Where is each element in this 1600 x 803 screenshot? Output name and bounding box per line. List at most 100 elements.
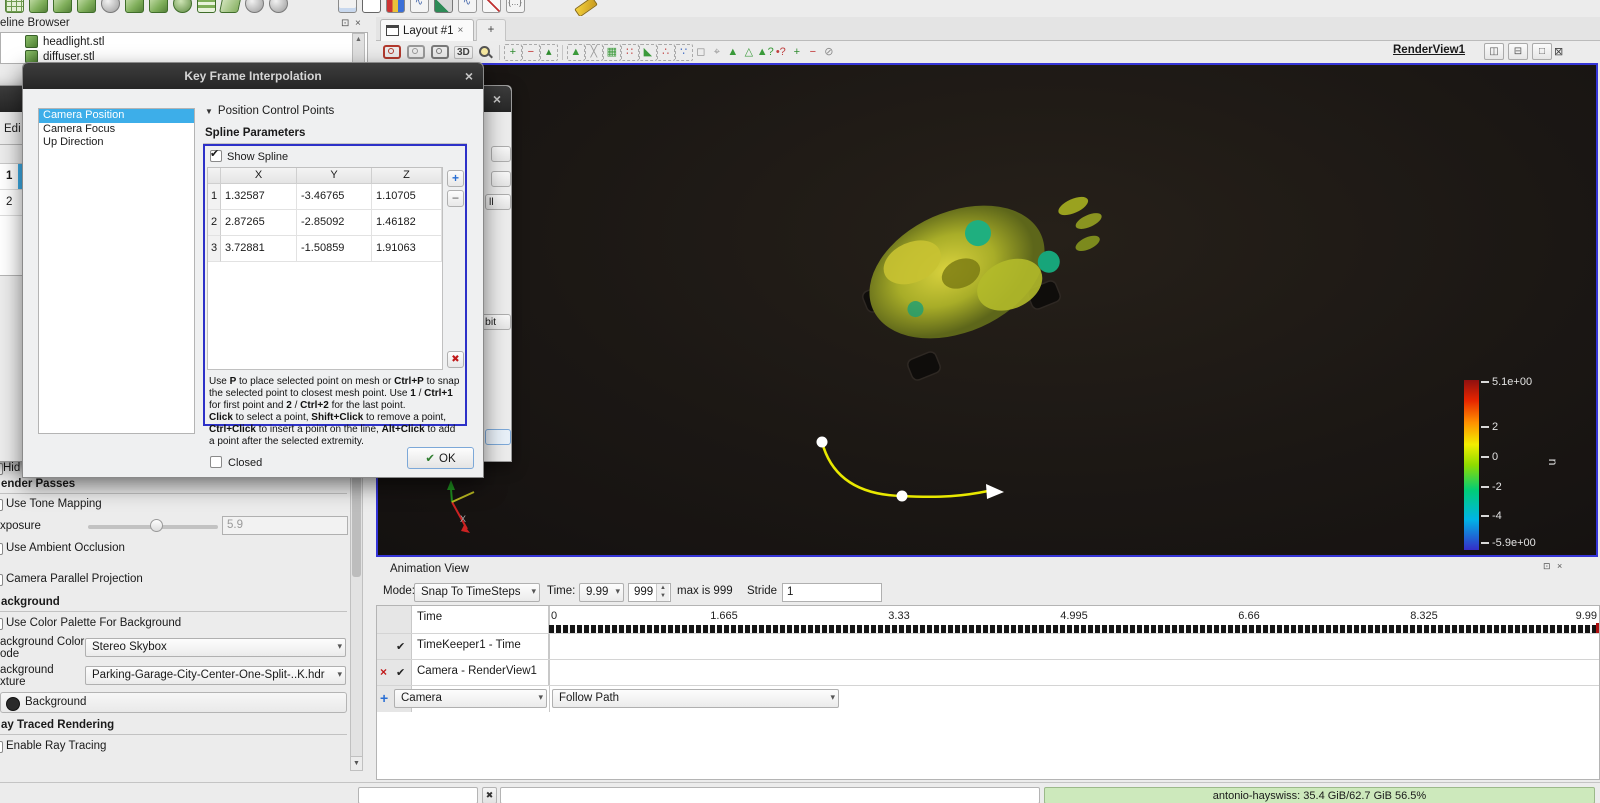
shape-icon[interactable] bbox=[124, 0, 144, 13]
properties-scrollbar[interactable]: ▼ bbox=[350, 455, 363, 771]
close-panel-icon[interactable]: × bbox=[355, 18, 361, 29]
track-mode-combobox[interactable]: Follow Path ▾ bbox=[552, 689, 839, 708]
ambient-occlusion-checkbox[interactable] bbox=[0, 543, 3, 555]
toolbar-icon[interactable]: − bbox=[805, 45, 821, 60]
background-color-button[interactable]: Background bbox=[0, 692, 347, 713]
toolbar-icon[interactable]: △ bbox=[741, 45, 757, 60]
toolbar-icon[interactable]: ◻ bbox=[693, 45, 709, 60]
spline-point-cell[interactable]: 1.10705 bbox=[372, 184, 442, 210]
track-enabled-checkbox[interactable]: ✔ bbox=[396, 640, 405, 653]
pipeline-item[interactable]: headlight.stl bbox=[25, 34, 104, 49]
sphere-icon[interactable] bbox=[100, 0, 120, 13]
tab-close-icon[interactable]: × bbox=[458, 25, 464, 36]
shape-icon[interactable] bbox=[52, 0, 72, 13]
wave-icon[interactable]: ∿ bbox=[409, 0, 429, 13]
column-header-z[interactable]: Z bbox=[372, 168, 442, 184]
zoom-icon[interactable] bbox=[477, 44, 493, 60]
float-panel-icon[interactable]: ⊡ bbox=[1543, 561, 1551, 572]
position-control-points-header[interactable]: ▼ Position Control Points bbox=[203, 105, 469, 117]
toolbar-icon[interactable]: •? bbox=[773, 45, 789, 60]
globe-icon[interactable] bbox=[172, 0, 192, 13]
render-viewport[interactable]: X 5.1e+00 2 0 -2 -4 -5.9e+00 u bbox=[376, 63, 1598, 557]
time-combobox[interactable]: 9.99 ▾ bbox=[579, 583, 624, 602]
toolbar-icon[interactable]: ∵ bbox=[674, 43, 693, 61]
toolbar-icon[interactable]: + bbox=[503, 43, 522, 61]
spin-arrows-icon[interactable]: ▲ ▼ bbox=[656, 584, 669, 601]
toolbar-icon[interactable]: ▴ bbox=[539, 43, 558, 61]
camera-path-spline[interactable] bbox=[792, 422, 1022, 512]
show-spline-checkbox[interactable] bbox=[210, 150, 222, 162]
spline-point-cell[interactable]: -1.50859 bbox=[297, 236, 372, 262]
camera-icon[interactable] bbox=[383, 45, 401, 59]
remove-point-button[interactable]: − bbox=[447, 190, 464, 207]
shape-icon[interactable] bbox=[76, 0, 96, 13]
spline-point-cell[interactable]: 2.87265 bbox=[221, 210, 297, 236]
toolbar-icon[interactable]: ∷ bbox=[620, 43, 639, 61]
button-fragment[interactable] bbox=[491, 171, 511, 187]
frame-spinbox[interactable]: 999 ▲ ▼ bbox=[628, 583, 671, 602]
float-panel-icon[interactable]: ⊡ bbox=[341, 18, 349, 29]
delete-track-icon[interactable]: × bbox=[380, 665, 387, 679]
close-dialog-icon[interactable]: × bbox=[493, 91, 501, 107]
bg-texture-combobox[interactable]: Parking-Garage-City-Center-One-Split-..K… bbox=[85, 666, 346, 685]
stride-input[interactable]: 1 bbox=[782, 583, 882, 602]
exposure-input[interactable]: 5.9 bbox=[222, 516, 348, 535]
parallel-projection-checkbox[interactable] bbox=[0, 574, 3, 586]
delete-all-button[interactable]: ✖ bbox=[447, 351, 464, 368]
sphere-icon[interactable] bbox=[268, 0, 288, 13]
list-item-camera-position[interactable]: Camera Position bbox=[39, 109, 194, 123]
split-vertical-button[interactable]: ⊟ bbox=[1508, 43, 1528, 60]
add-track-icon[interactable]: + bbox=[380, 690, 388, 706]
wave-icon[interactable]: ∿ bbox=[457, 0, 477, 13]
chart-icon[interactable] bbox=[385, 0, 405, 13]
button-fragment-ok[interactable] bbox=[485, 429, 511, 445]
sphere-icon[interactable] bbox=[244, 0, 264, 13]
shape-icon[interactable] bbox=[28, 0, 48, 13]
toolbar-icon[interactable]: − bbox=[521, 43, 540, 61]
track-source-combobox[interactable]: Camera ▾ bbox=[394, 689, 547, 708]
mode-combobox[interactable]: Snap To TimeSteps ▾ bbox=[414, 583, 540, 602]
add-point-button[interactable]: + bbox=[447, 170, 464, 187]
column-header-x[interactable]: X bbox=[221, 168, 297, 184]
pencil-icon[interactable] bbox=[573, 0, 598, 16]
spline-point-cell[interactable]: 3.72881 bbox=[221, 236, 297, 262]
spline-point-cell[interactable]: -3.46765 bbox=[297, 184, 372, 210]
spline-point-cell[interactable]: 1.91063 bbox=[372, 236, 442, 262]
toolbar-icon[interactable]: ╳ bbox=[584, 43, 603, 61]
button-fragment[interactable] bbox=[491, 146, 511, 162]
new-layout-tab-button[interactable]: + bbox=[476, 19, 506, 41]
axes-icon[interactable] bbox=[481, 0, 501, 13]
brush-icon[interactable] bbox=[433, 0, 453, 13]
toolbar-icon[interactable]: ⊘ bbox=[821, 45, 837, 60]
spline-point-cell[interactable]: -2.85092 bbox=[297, 210, 372, 236]
toolbar-icon[interactable]: ∴ bbox=[656, 43, 675, 61]
toolbar-icon[interactable]: ▲ bbox=[566, 43, 585, 61]
camera-icon[interactable] bbox=[407, 45, 425, 59]
track-enabled-checkbox[interactable]: ✔ bbox=[396, 666, 405, 679]
toggle-3d-button[interactable]: 3D bbox=[454, 45, 473, 59]
ok-button[interactable]: ✔ OK bbox=[407, 447, 474, 469]
spline-point-cell[interactable]: 1.46182 bbox=[372, 210, 442, 236]
split-horizontal-button[interactable]: ◫ bbox=[1484, 43, 1504, 60]
toolbar-icon[interactable]: ◣ bbox=[638, 43, 657, 61]
grid-icon[interactable] bbox=[4, 0, 24, 13]
spline-point-cell[interactable]: 1.32587 bbox=[221, 184, 297, 210]
bg-color-mode-combobox[interactable]: Stereo Skybox ▾ bbox=[85, 638, 346, 657]
close-panel-icon[interactable]: × bbox=[1557, 561, 1562, 571]
tab-layout-1[interactable]: Layout #1 × bbox=[380, 19, 474, 41]
layers-icon[interactable] bbox=[196, 0, 216, 13]
dialog-titlebar[interactable]: Key Frame Interpolation bbox=[23, 63, 483, 89]
close-dialog-icon[interactable]: × bbox=[465, 68, 473, 84]
pipeline-scrollbar[interactable]: ▲ bbox=[352, 33, 365, 63]
scroll-down-icon[interactable]: ▼ bbox=[351, 756, 362, 770]
list-item-up-direction[interactable]: Up Direction bbox=[39, 136, 194, 150]
column-header-y[interactable]: Y bbox=[297, 168, 372, 184]
animation-track-row[interactable]: ✔ TimeKeeper1 - Time bbox=[377, 634, 1599, 660]
animation-track-row[interactable]: × ✔ Camera - RenderView1 bbox=[377, 660, 1599, 686]
tone-mapping-checkbox[interactable] bbox=[0, 499, 3, 511]
ray-tracing-checkbox[interactable] bbox=[0, 741, 3, 753]
list-item-camera-focus[interactable]: Camera Focus bbox=[39, 123, 194, 137]
toolbar-icon[interactable]: ⌖ bbox=[709, 45, 725, 60]
braces-icon[interactable]: {…} bbox=[505, 0, 525, 13]
button-fragment-orbit[interactable]: bit bbox=[481, 314, 511, 330]
